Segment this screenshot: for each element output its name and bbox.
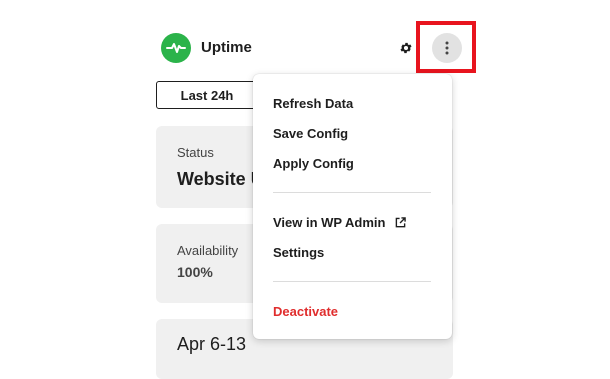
menu-item-save-config[interactable]: Save Config (273, 126, 348, 141)
app-title: Uptime (201, 39, 252, 56)
menu-item-label: Settings (273, 245, 325, 260)
menu-divider (273, 281, 431, 282)
menu-item-apply-config[interactable]: Apply Config (273, 156, 354, 171)
menu-item-label: Deactivate (273, 304, 339, 319)
status-value: Website U (177, 169, 264, 189)
menu-item-view-wp-admin[interactable]: View in WP Admin (273, 215, 407, 230)
external-link-icon (396, 217, 407, 228)
tab-last-24h[interactable]: Last 24h (156, 81, 258, 109)
menu-item-deactivate[interactable]: Deactivate (273, 304, 338, 319)
menu-item-label: Apply Config (273, 156, 354, 171)
app-logo (161, 33, 191, 63)
highlight-box (416, 21, 476, 73)
availability-value: 100% (177, 264, 213, 280)
menu-item-refresh-data[interactable]: Refresh Data (273, 96, 353, 111)
menu-item-label: Refresh Data (273, 96, 354, 111)
date-range-value: Apr 6-13 (177, 334, 247, 354)
menu-item-label: Save Config (273, 126, 349, 141)
gear-icon[interactable] (397, 39, 415, 57)
pulse-icon (166, 43, 186, 53)
menu-item-settings[interactable]: Settings (273, 245, 324, 260)
menu-divider (273, 192, 431, 193)
menu-item-label: View in WP Admin (273, 215, 386, 230)
options-dropdown-menu: Refresh Data Save Config Apply Config Vi… (253, 74, 452, 339)
status-label: Status (177, 145, 214, 160)
availability-label: Availability (177, 243, 239, 258)
